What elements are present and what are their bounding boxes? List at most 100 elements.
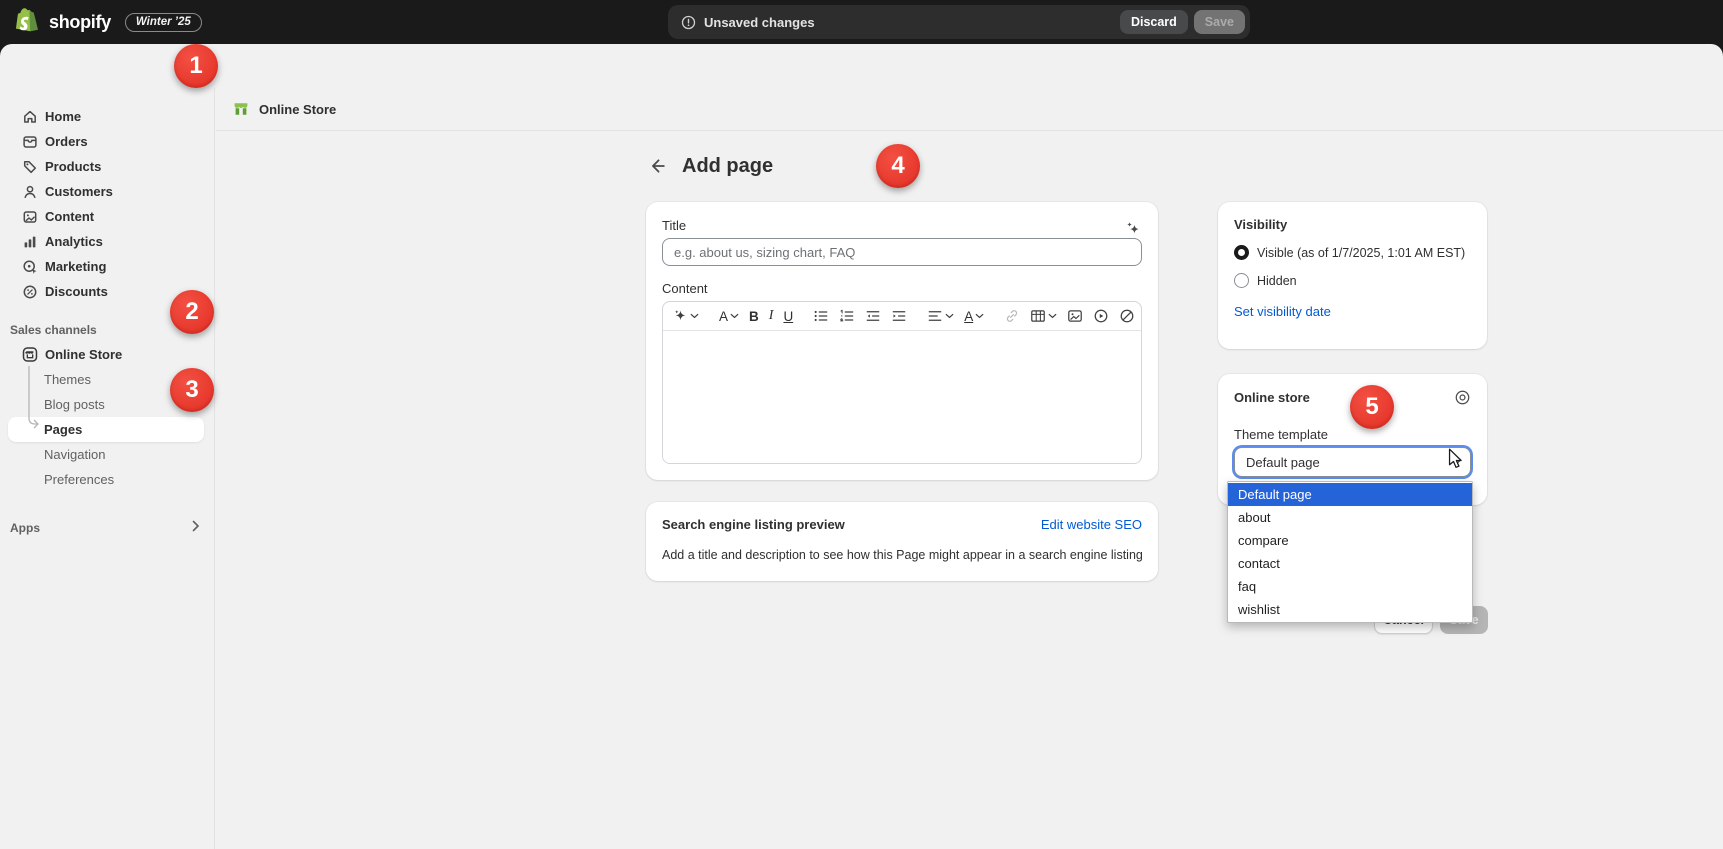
shopify-logo[interactable]: shopify Winter ’25	[16, 0, 202, 44]
content-header-title: Online Store	[259, 102, 336, 117]
image-button[interactable]	[1065, 305, 1085, 327]
clear-formatting-button[interactable]	[1117, 305, 1137, 327]
text-color-button[interactable]: A	[962, 305, 986, 327]
unsaved-changes-bar: Unsaved changes Discard Save	[668, 5, 1250, 39]
dropdown-option-compare[interactable]: compare	[1228, 529, 1472, 552]
underline-button[interactable]: U	[781, 305, 795, 327]
set-visibility-date-link[interactable]: Set visibility date	[1234, 304, 1331, 319]
underline-letter: U	[783, 309, 793, 324]
sidebar-subitem-pages-active[interactable]: Pages	[8, 417, 204, 442]
analytics-icon	[22, 234, 38, 250]
cursor-icon	[1448, 448, 1465, 470]
storefront-icon	[22, 347, 38, 363]
sidebar-item-home[interactable]: Home	[0, 104, 214, 129]
indent-button[interactable]	[889, 305, 909, 327]
radio-selected-icon[interactable]	[1234, 245, 1249, 260]
outdent-icon	[865, 308, 881, 324]
radio-unselected-icon[interactable]	[1234, 273, 1249, 288]
sidebar-item-content[interactable]: Content	[0, 204, 214, 229]
theme-template-label: Theme template	[1234, 427, 1471, 442]
dropdown-option-contact[interactable]: contact	[1228, 552, 1472, 575]
ban-icon	[1119, 308, 1135, 324]
video-button[interactable]	[1091, 305, 1111, 327]
brand-wordmark: shopify	[49, 12, 111, 33]
back-button[interactable]	[646, 154, 670, 178]
sidebar-item-marketing[interactable]: Marketing	[0, 254, 214, 279]
radio-label: Hidden	[1257, 274, 1297, 288]
sidebar-item-orders[interactable]: Orders	[0, 129, 214, 154]
radio-label: Visible (as of 1/7/2025, 1:01 AM EST)	[1257, 246, 1465, 260]
save-button-topbar[interactable]: Save	[1194, 10, 1245, 34]
sidebar-subitem-preferences[interactable]: Preferences	[0, 467, 214, 492]
color-letter: A	[964, 309, 973, 324]
back-arrow-icon	[649, 157, 667, 175]
sidebar-item-label: Orders	[45, 134, 88, 149]
alignment-button[interactable]	[925, 305, 956, 327]
annotation-2: 2	[170, 290, 214, 334]
video-icon	[1093, 308, 1109, 324]
topbar: shopify Winter ’25 Unsaved changes Disca…	[0, 0, 1723, 44]
page-details-card: Title Content A	[646, 202, 1158, 480]
theme-template-dropdown: Default page about compare contact faq w…	[1227, 481, 1473, 623]
sidebar-item-label: Analytics	[45, 234, 103, 249]
bullet-list-icon	[813, 308, 829, 324]
sidebar-item-customers[interactable]: Customers	[0, 179, 214, 204]
link-button[interactable]	[1002, 305, 1022, 327]
sidebar-item-analytics[interactable]: Analytics	[0, 229, 214, 254]
discard-button[interactable]: Discard	[1120, 10, 1188, 34]
visibility-option-hidden[interactable]: Hidden	[1234, 273, 1471, 288]
outdent-button[interactable]	[863, 305, 883, 327]
marketing-icon	[22, 259, 38, 275]
title-label: Title	[662, 218, 686, 233]
alert-icon	[681, 15, 696, 30]
app-frame: Home Orders Products Customers Content A…	[0, 44, 1723, 849]
orders-icon	[22, 134, 38, 150]
dropdown-option-default-page[interactable]: Default page	[1228, 483, 1472, 506]
sidebar-item-label: Online Store	[45, 347, 122, 362]
sparkle-icon	[673, 309, 688, 324]
apps-header[interactable]: Apps	[0, 515, 214, 540]
annotation-4: 4	[876, 144, 920, 188]
theme-template-select[interactable]: Default page	[1234, 447, 1471, 477]
sidebar-item-label: Content	[45, 209, 94, 224]
italic-button[interactable]: I	[767, 305, 776, 327]
products-icon	[22, 159, 38, 175]
page-title-input[interactable]	[662, 238, 1142, 266]
rich-text-editor: A B I U A	[662, 301, 1142, 464]
visibility-option-visible[interactable]: Visible (as of 1/7/2025, 1:01 AM EST)	[1234, 245, 1471, 260]
sidebar-subitem-navigation[interactable]: Navigation	[0, 442, 214, 467]
sidebar-item-label: Discounts	[45, 284, 108, 299]
sidebar-item-label: Marketing	[45, 259, 106, 274]
seo-heading: Search engine listing preview	[662, 517, 845, 532]
table-icon	[1030, 308, 1046, 324]
customers-icon	[22, 184, 38, 200]
ai-assistant-button[interactable]	[671, 305, 701, 327]
italic-letter: I	[769, 308, 774, 324]
online-store-heading: Online store	[1234, 390, 1310, 405]
edit-website-seo-link[interactable]: Edit website SEO	[1041, 517, 1142, 532]
content-editor-area[interactable]	[663, 331, 1141, 464]
shopify-logo-icon	[16, 8, 41, 36]
table-button[interactable]	[1028, 305, 1059, 327]
bullet-list-button[interactable]	[811, 305, 831, 327]
align-icon	[927, 308, 943, 324]
sidebar-item-online-store[interactable]: Online Store	[0, 342, 214, 367]
magic-icon[interactable]	[1125, 220, 1142, 237]
numbered-list-button[interactable]	[837, 305, 857, 327]
page-head: Add page	[646, 154, 773, 178]
selected-option: Default page	[1246, 455, 1320, 470]
sidebar: Home Orders Products Customers Content A…	[0, 88, 215, 849]
eye-icon[interactable]	[1454, 389, 1471, 406]
chevron-right-icon	[191, 520, 200, 535]
unsaved-changes-text: Unsaved changes	[704, 15, 1120, 30]
dropdown-option-faq[interactable]: faq	[1228, 575, 1472, 598]
dropdown-option-wishlist[interactable]: wishlist	[1228, 598, 1472, 621]
version-badge: Winter ’25	[125, 13, 202, 32]
visibility-card: Visibility Visible (as of 1/7/2025, 1:01…	[1218, 202, 1487, 349]
page-title: Add page	[682, 155, 773, 178]
bold-button[interactable]: B	[747, 305, 761, 327]
visibility-heading: Visibility	[1234, 217, 1471, 232]
sidebar-item-products[interactable]: Products	[0, 154, 214, 179]
dropdown-option-about[interactable]: about	[1228, 506, 1472, 529]
text-style-button[interactable]: A	[717, 305, 741, 327]
